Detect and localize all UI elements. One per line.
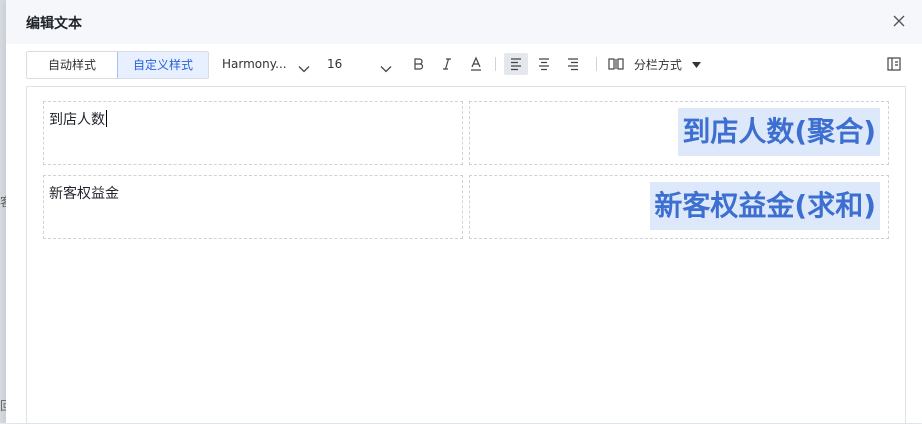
- align-right-icon[interactable]: [563, 54, 583, 74]
- font-family-select[interactable]: Harmony...: [222, 51, 314, 77]
- font-size-select[interactable]: 16: [327, 51, 399, 77]
- text-caret: [106, 110, 107, 127]
- dialog-header: 编辑文本: [6, 0, 922, 44]
- caret-down-icon: [691, 51, 701, 77]
- align-left-icon[interactable]: [504, 53, 528, 75]
- columns-icon: [608, 54, 624, 70]
- toolbar-divider: [596, 57, 597, 71]
- field-cell-1[interactable]: 到店人数(聚合): [469, 101, 889, 165]
- style-mode-switch: 自动样式 自定义样式: [26, 51, 209, 79]
- label-cell-1[interactable]: 到店人数: [43, 101, 463, 165]
- row-label: 到店人数: [49, 112, 105, 128]
- tab-custom-style[interactable]: 自定义样式: [117, 52, 208, 78]
- edit-text-dialog: 编辑文本 自动样式 自定义样式 Harmony... 16 分栏方式 到店人数 …: [6, 0, 922, 424]
- bold-icon[interactable]: [408, 54, 428, 74]
- tab-auto-style[interactable]: 自动样式: [27, 52, 117, 78]
- chevron-down-icon: [380, 58, 392, 73]
- close-icon[interactable]: [890, 12, 908, 30]
- column-mode-dropdown[interactable]: 分栏方式: [608, 51, 701, 77]
- row-label: 新客权益金: [49, 186, 119, 202]
- toolbar-divider: [495, 57, 496, 71]
- text-color-icon[interactable]: [466, 54, 486, 74]
- side-panel-icon[interactable]: [884, 54, 904, 74]
- field-cell-2[interactable]: 新客权益金(求和): [469, 175, 889, 239]
- column-mode-label: 分栏方式: [633, 58, 682, 72]
- field-chip[interactable]: 新客权益金(求和): [650, 182, 880, 230]
- dialog-title: 编辑文本: [26, 16, 82, 32]
- format-toolbar: 自动样式 自定义样式 Harmony... 16 分栏方式: [26, 51, 906, 79]
- chevron-down-icon: [298, 58, 310, 73]
- text-editor-area[interactable]: 到店人数 到店人数(聚合) 新客权益金 新客权益金(求和): [26, 86, 906, 424]
- font-size-value: 16: [327, 57, 343, 71]
- font-family-value: Harmony...: [222, 57, 287, 71]
- label-cell-2[interactable]: 新客权益金: [43, 175, 463, 239]
- align-center-icon[interactable]: [534, 54, 554, 74]
- italic-icon[interactable]: [437, 54, 457, 74]
- field-chip[interactable]: 到店人数(聚合): [678, 108, 880, 156]
